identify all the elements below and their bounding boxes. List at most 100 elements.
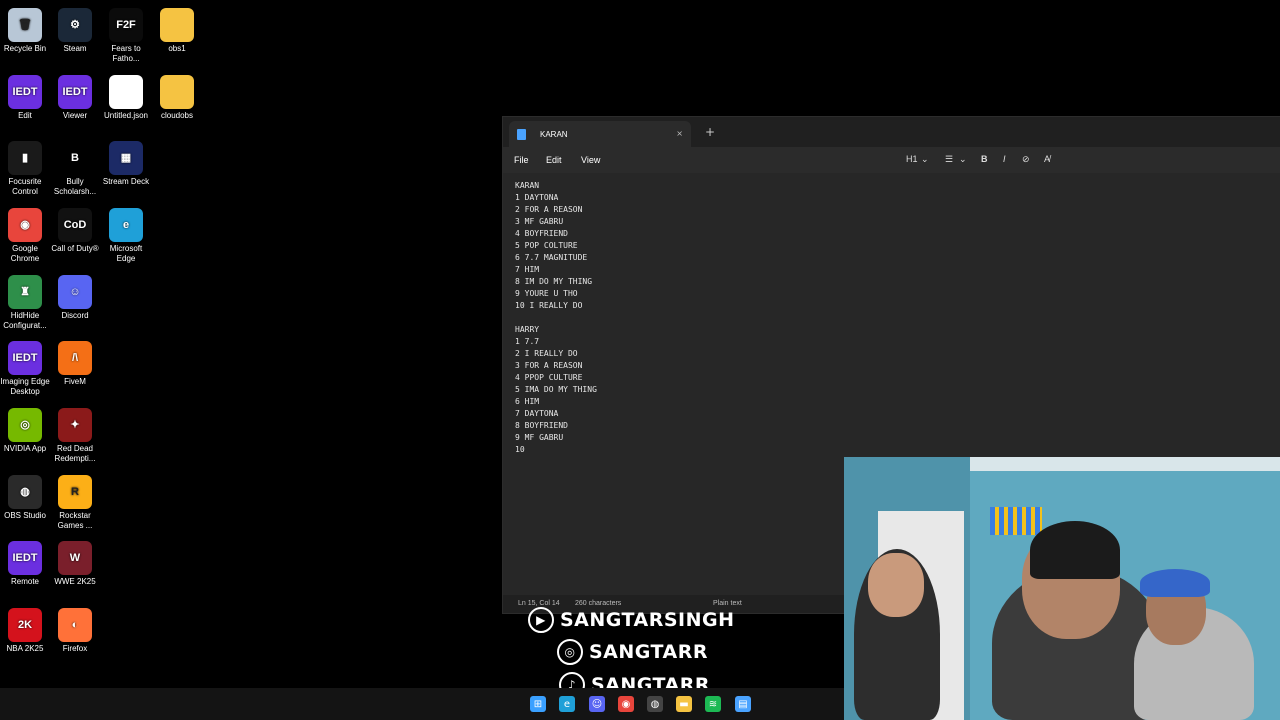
desktop-icon-label: Red Dead Redempti... <box>54 444 96 463</box>
desktop-icon-nba-2k25[interactable]: 2K NBA 2K25 <box>0 608 51 654</box>
desktop-icon-firefox[interactable]: ◐ Firefox <box>49 608 101 654</box>
instagram-icon: ◎ <box>557 639 583 665</box>
menu-file[interactable]: File <box>514 155 529 165</box>
desktop-icon-google-chrome[interactable]: ◉ Google Chrome <box>0 208 51 264</box>
taskbar-windows-start-icon[interactable]: ⊞ <box>530 696 546 712</box>
chevron-down-icon: ⌄ <box>959 154 967 164</box>
notepad-icon <box>517 128 526 140</box>
app-icon: ◐ <box>58 608 92 642</box>
app-icon: ▮ <box>8 141 42 175</box>
taskbar-obs-icon[interactable]: ◍ <box>647 696 663 712</box>
app-icon: IEDT <box>8 541 42 575</box>
desktop-icon-stream-deck[interactable]: ▦ Stream Deck <box>100 141 152 187</box>
menu-bar: File Edit View H1 ⌄ ☰ ⌄ B I ⊘ A̸ <box>503 147 1280 173</box>
editor-line: 6 HIM <box>515 397 540 406</box>
editor-line: 10 <box>515 445 525 454</box>
link-icon[interactable]: ⊘ <box>1022 154 1030 165</box>
desktop-icon-discord[interactable]: ☺ Discord <box>49 275 101 321</box>
desktop-icon-recycle-bin[interactable]: 🗑 Recycle Bin <box>0 8 51 54</box>
taskbar-chrome-icon[interactable]: ◉ <box>618 696 634 712</box>
menu-edit[interactable]: Edit <box>546 155 562 165</box>
taskbar-notepad-icon[interactable]: ▤ <box>735 696 751 712</box>
desktop-icon-microsoft-edge[interactable]: e Microsoft Edge <box>100 208 152 264</box>
desktop-icon-label: Viewer <box>62 111 88 120</box>
taskbar-edge-icon[interactable]: e <box>559 696 575 712</box>
editor-line: 2 I REALLY DO <box>515 349 578 358</box>
app-icon: /\ <box>58 341 92 375</box>
bold-button[interactable]: B <box>981 154 988 164</box>
desktop-icon-wwe-2k25[interactable]: W WWE 2K25 <box>49 541 101 587</box>
app-icon: CoD <box>58 208 92 242</box>
heading-button[interactable]: H1 <box>906 154 918 164</box>
taskbar-spotify-icon[interactable]: ≋ <box>705 696 721 712</box>
desktop-icon-rockstar-games[interactable]: R Rockstar Games ... <box>49 475 101 531</box>
desktop-icon-obs1[interactable]: obs1 <box>151 8 203 54</box>
desktop-icon-label: Focusrite Control <box>8 177 42 196</box>
desktop-icon-fivem[interactable]: /\ FiveM <box>49 341 101 387</box>
app-icon: ✦ <box>58 408 92 442</box>
ceiling <box>970 457 1280 471</box>
menu-view[interactable]: View <box>581 155 600 165</box>
editor-line: 8 BOYFRIEND <box>515 421 568 430</box>
play-icon: ▶ <box>528 607 554 633</box>
desktop-icon-cloudobs[interactable]: cloudobs <box>151 75 203 121</box>
desktop-icon-viewer[interactable]: IEDT Viewer <box>49 75 101 121</box>
editor-content[interactable]: KARAN 1 DAYTONA 2 FOR A REASON 3 MF GABRU 4 … <box>515 180 597 456</box>
app-icon: B <box>58 141 92 175</box>
desktop-icon-steam[interactable]: ⚙ Steam <box>49 8 101 54</box>
app-icon: ◍ <box>8 475 42 509</box>
desktop-icon-hidhide-configurat[interactable]: ♜ HidHide Configurat... <box>0 275 51 331</box>
editor-line: 8 IM DO MY THING <box>515 277 593 286</box>
italic-button[interactable]: I <box>1003 154 1006 164</box>
desktop-icon-label: Untitled.json <box>103 111 149 120</box>
taskbar-file-explorer-icon[interactable]: ▬ <box>676 696 692 712</box>
desktop-icon-untitled-json[interactable]: Untitled.json <box>100 75 152 121</box>
app-icon: ◉ <box>8 208 42 242</box>
youtube-handle: ▶ SANGTARSINGH <box>528 606 735 634</box>
desktop-icon-edit[interactable]: IEDT Edit <box>0 75 51 121</box>
tab-karan[interactable]: KARAN × <box>509 121 691 147</box>
close-tab-icon[interactable]: × <box>676 129 683 138</box>
instagram-text: SANGTARR <box>589 641 709 663</box>
app-icon: ⚙ <box>58 8 92 42</box>
editor-line: 7 HIM <box>515 265 540 274</box>
list-icon[interactable]: ☰ <box>945 154 953 165</box>
desktop-icon-label: Fears to Fatho... <box>111 44 141 63</box>
editor-line: 9 MF GABRU <box>515 433 564 442</box>
beanie <box>1030 521 1120 579</box>
desktop-icon-fears-to-fatho[interactable]: F2F Fears to Fatho... <box>100 8 152 64</box>
webcam-overlay <box>844 457 1280 720</box>
new-tab-button[interactable]: + <box>705 125 715 139</box>
desktop-icon-label: Remote <box>10 577 39 586</box>
chevron-down-icon: ⌄ <box>921 154 929 164</box>
wall-decoration <box>990 507 1042 535</box>
editor-line: 4 BOYFRIEND <box>515 229 568 238</box>
clear-format-icon[interactable]: A̸ <box>1044 154 1050 164</box>
desktop-icon-imaging-edge-desktop[interactable]: IEDT Imaging Edge Desktop <box>0 341 51 397</box>
desktop-icon-nvidia-app[interactable]: ◎ NVIDIA App <box>0 408 51 454</box>
desktop-icon-label: OBS Studio <box>4 511 46 520</box>
editor-line: HARRY <box>515 325 540 334</box>
taskbar-discord-icon[interactable]: ☺ <box>589 696 605 712</box>
editor-line: 2 FOR A REASON <box>515 205 583 214</box>
app-icon: 🗑 <box>8 8 42 42</box>
desktop-icon-label: FiveM <box>64 377 86 386</box>
app-icon: IEDT <box>8 75 42 109</box>
app-icon: ☺ <box>58 275 92 309</box>
desktop-icon-obs-studio[interactable]: ◍ OBS Studio <box>0 475 51 521</box>
desktop-icon-red-dead-redempti[interactable]: ✦ Red Dead Redempti... <box>49 408 101 464</box>
desktop-icon-label: Microsoft Edge <box>109 244 143 263</box>
desktop-icon-bully-scholarsh[interactable]: B Bully Scholarsh... <box>49 141 101 197</box>
editor-line: 3 MF GABRU <box>515 217 564 226</box>
desktop-icon-remote[interactable]: IEDT Remote <box>0 541 51 587</box>
desktop-icon-label: Rockstar Games ... <box>57 511 93 530</box>
desktop-icon-label: NVIDIA App <box>3 444 47 453</box>
desktop-icon-call-of-duty[interactable]: CoD Call of Duty® <box>49 208 101 254</box>
editor-line: 6 7.7 MAGNITUDE <box>515 253 588 262</box>
app-icon: IEDT <box>8 341 42 375</box>
desktop-icon-label: WWE 2K25 <box>54 577 96 586</box>
desktop-icon-focusrite-control[interactable]: ▮ Focusrite Control <box>0 141 51 197</box>
app-icon: ♜ <box>8 275 42 309</box>
desktop-icon-label: Bully Scholarsh... <box>53 177 97 196</box>
